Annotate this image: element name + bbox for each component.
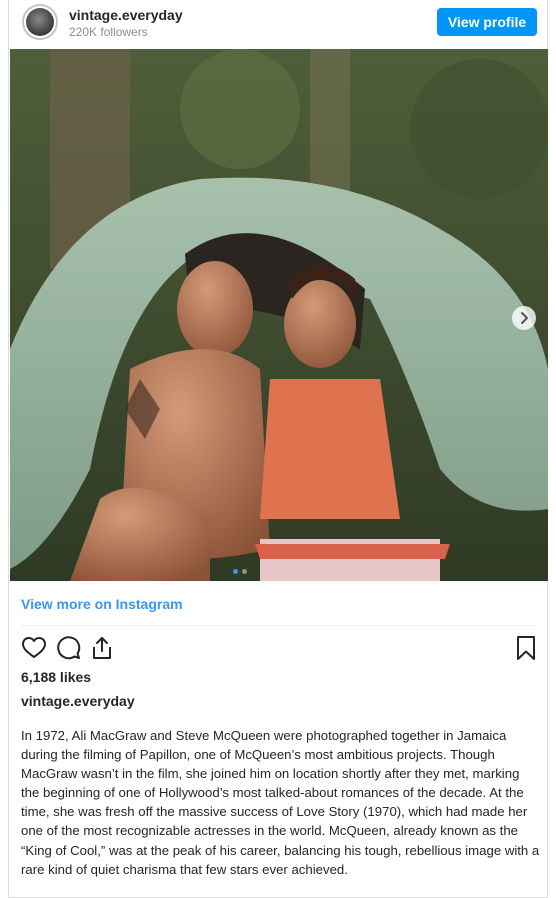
chevron-right-icon xyxy=(521,312,528,324)
view-more-link[interactable]: View more on Instagram xyxy=(21,596,183,612)
post-header: vintage.everyday 220K followers View pro… xyxy=(9,0,549,48)
heart-icon[interactable] xyxy=(21,635,47,661)
carousel-dot xyxy=(242,569,247,574)
profile-username[interactable]: vintage.everyday xyxy=(69,7,183,23)
bookmark-icon[interactable] xyxy=(513,635,539,661)
photo-illustration xyxy=(10,49,548,581)
caption-text: In 1972, Ali MacGraw and Steve McQueen w… xyxy=(21,728,540,877)
profile-avatar[interactable] xyxy=(22,4,58,40)
instagram-embed-card: vintage.everyday 220K followers View pro… xyxy=(8,0,548,898)
post-photo[interactable] xyxy=(10,49,548,581)
share-icon[interactable] xyxy=(89,635,115,661)
caption-username[interactable]: vintage.everyday xyxy=(21,693,135,709)
view-profile-button[interactable]: View profile xyxy=(437,8,537,36)
carousel-dot-active xyxy=(233,569,238,574)
likes-count: 6,188 likes xyxy=(21,669,92,685)
comment-icon[interactable] xyxy=(55,635,81,661)
carousel-next-button[interactable] xyxy=(512,306,536,330)
follower-count: 220K followers xyxy=(69,25,148,39)
divider xyxy=(21,625,537,626)
avatar-image xyxy=(26,8,54,36)
